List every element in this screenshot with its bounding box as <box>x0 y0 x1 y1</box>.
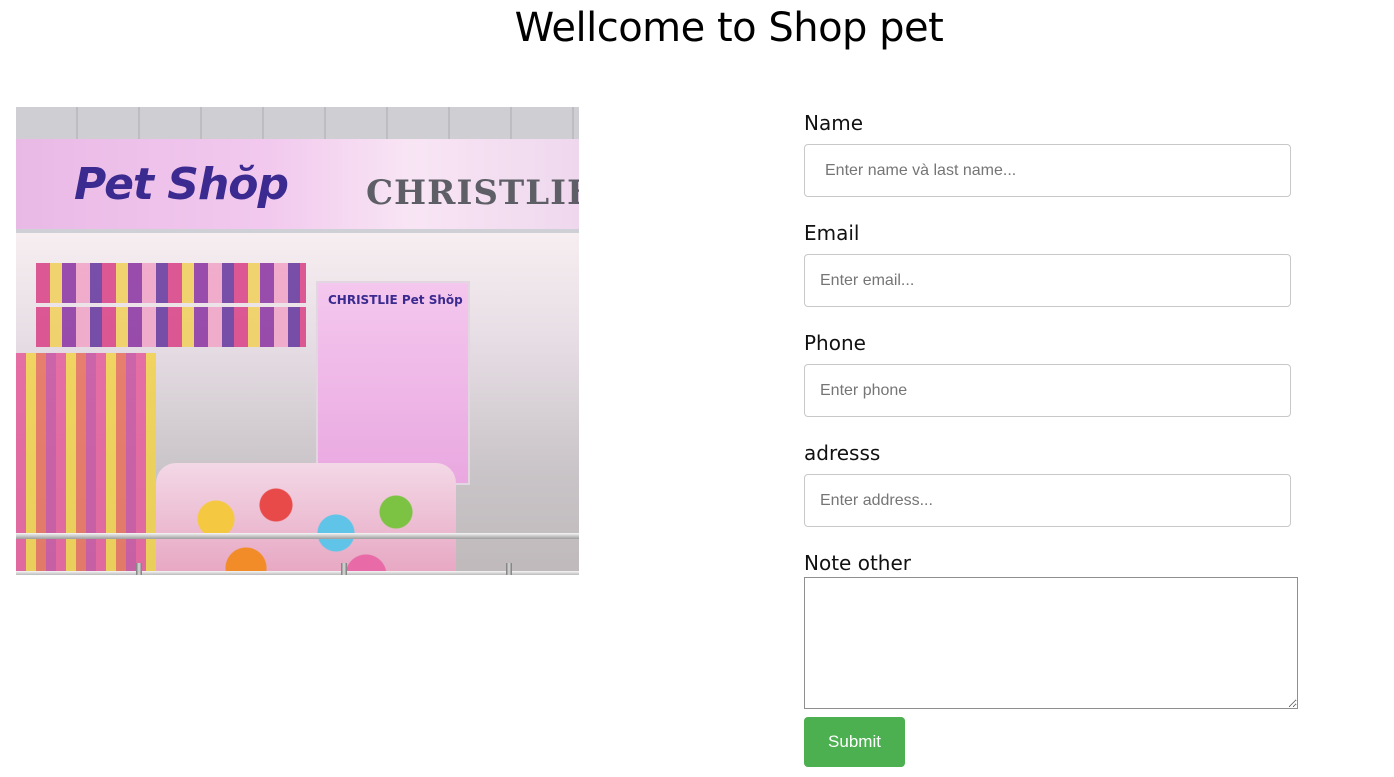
page-title: Wellcome to Shop pet <box>514 5 944 51</box>
photo-brand-pet-shop: Pet Shŏp <box>74 159 289 210</box>
photo-poster-text: CHRISTLIE Pet Shŏp <box>328 293 463 307</box>
name-label: Name <box>804 111 864 135</box>
photo-railing <box>16 571 579 575</box>
page: Wellcome to Shop pet Pet Shŏp CHRISTLIE … <box>0 0 1394 777</box>
submit-button[interactable]: Submit <box>804 717 905 767</box>
email-input[interactable] <box>804 254 1291 307</box>
phone-input[interactable] <box>804 364 1291 417</box>
shop-photo: Pet Shŏp CHRISTLIE CHRISTLIE Pet Shŏp <box>16 107 579 575</box>
photo-railing <box>16 533 579 539</box>
address-label: adresss <box>804 441 881 465</box>
photo-shelf <box>36 307 306 347</box>
photo-poster: CHRISTLIE Pet Shŏp <box>316 281 470 485</box>
note-textarea[interactable] <box>804 577 1298 709</box>
phone-label: Phone <box>804 331 866 355</box>
address-input[interactable] <box>804 474 1291 527</box>
photo-railing-post <box>506 563 512 575</box>
email-label: Email <box>804 221 860 245</box>
photo-brand-christlie: CHRISTLIE <box>366 173 579 213</box>
photo-ceiling <box>16 107 579 139</box>
photo-railing-post <box>136 563 142 575</box>
photo-railing-post <box>341 563 347 575</box>
photo-banner: Pet Shŏp CHRISTLIE <box>16 139 579 233</box>
name-input[interactable] <box>804 144 1291 197</box>
photo-shelf <box>36 263 306 303</box>
photo-plush-toys <box>156 463 456 575</box>
photo-store-interior: CHRISTLIE Pet Shŏp <box>16 233 579 575</box>
note-label: Note other <box>804 551 911 575</box>
photo-clothes-rack <box>16 353 156 575</box>
